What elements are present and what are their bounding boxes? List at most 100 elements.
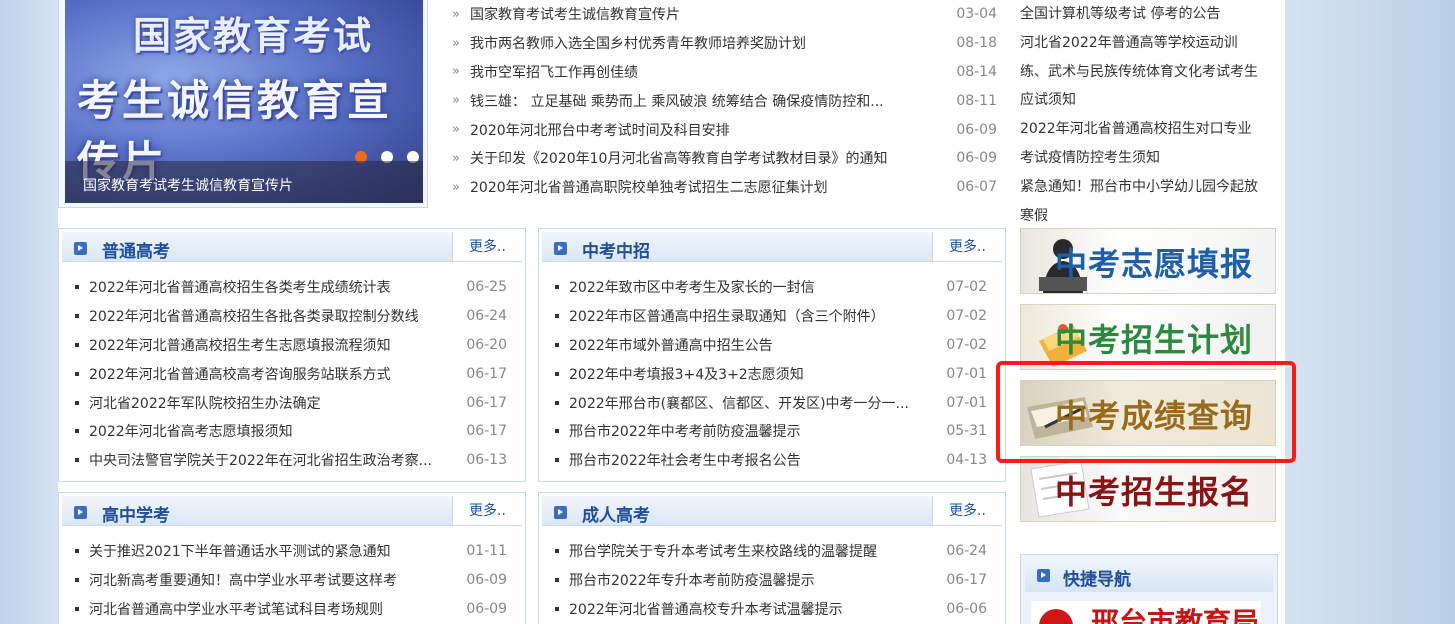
news-date: 08-18 <box>956 35 997 52</box>
list-item-title[interactable]: 关于推迟2021下半年普通话水平测试的紧急通知 <box>89 541 391 561</box>
list-item[interactable]: 河北新高考重要通知！高中学业水平考试要这样考 06-09 <box>75 566 525 595</box>
news-item[interactable]: » 我市两名教师入选全国乡村优秀青年教师培养奖励计划 08-18 <box>452 29 997 58</box>
list-item[interactable]: 2022年致市区中考考生及家长的一封信 07-02 <box>555 273 1005 302</box>
news-title[interactable]: 我市两名教师入选全国乡村优秀青年教师培养奖励计划 <box>470 33 806 53</box>
list-item-title[interactable]: 中央司法警官学院关于2022年在河北省招生政治考察... <box>89 450 432 470</box>
list-item-date: 06-17 <box>946 572 987 589</box>
bullet-square-icon <box>555 606 559 611</box>
news-title[interactable]: 关于印发《2020年10月河北省高等教育自学考试教材目录》的通知 <box>470 148 887 168</box>
list-item[interactable]: 邢台市2022年中考考前防疫温馨提示 05-31 <box>555 417 1005 446</box>
news-date: 03-04 <box>956 6 997 23</box>
list-item[interactable]: 邢台市2022年社会考生中考报名公告 04-13 <box>555 446 1005 475</box>
list-item[interactable]: 2022年市域外普通高中招生公告 07-02 <box>555 331 1005 360</box>
education-bureau-logo[interactable]: 邢台市教育局 <box>1031 601 1261 624</box>
list-item[interactable]: 2022年河北省普通高校专升本考试温馨提示 06-06 <box>555 595 1005 624</box>
notice-line[interactable]: 应试须知 <box>1020 86 1280 115</box>
bullet-square-icon <box>75 285 79 290</box>
list-item[interactable]: 河北省2022年军队院校招生办法确定 06-17 <box>75 388 525 417</box>
bullet-square-icon <box>555 342 559 347</box>
news-title[interactable]: 钱三雄： 立足基础 乘势而上 乘风破浪 统筹结合 确保疫情防控和... <box>470 91 884 111</box>
list-item[interactable]: 2022年河北省普通高校高考咨询服务站联系方式 06-17 <box>75 359 525 388</box>
news-item[interactable]: » 关于印发《2020年10月河北省高等教育自学考试教材目录》的通知 06-09 <box>452 144 997 173</box>
banner-label: 中考招生报名 <box>1054 473 1253 511</box>
list-item-date: 05-31 <box>946 423 987 440</box>
list-item[interactable]: 中央司法警官学院关于2022年在河北省招生政治考察... 06-13 <box>75 446 525 475</box>
list-item-title[interactable]: 河北省2022年军队院校招生办法确定 <box>89 393 321 413</box>
list-item-title[interactable]: 邢台市2022年中考考前防疫温馨提示 <box>569 421 801 441</box>
list-item-title[interactable]: 2022年市域外普通高中招生公告 <box>569 335 773 355</box>
list-item-title[interactable]: 2022年市区普通高中招生录取通知（含三个附件） <box>569 306 885 326</box>
list-item[interactable]: 2022年中考填报3+4及3+2志愿须知 07-01 <box>555 359 1005 388</box>
notice-line[interactable]: 考试疫情防控考生须知 <box>1020 144 1280 173</box>
notice-line[interactable]: 紧急通知！邢台市中小学幼儿园今起放 <box>1020 173 1280 202</box>
list-item-title[interactable]: 2022年河北省普通高校专升本考试温馨提示 <box>569 599 843 619</box>
list-item-date: 06-17 <box>466 394 507 411</box>
panel-list: 2022年河北省普通高校招生各类考生成绩统计表 06-25 2022年河北省普通高校… <box>59 265 525 475</box>
panel-title[interactable]: 成人高考 <box>582 501 650 526</box>
list-item-title[interactable]: 2022年邢台市(襄都区、信都区、开发区)中考一分一... <box>569 393 909 413</box>
list-item-date: 06-25 <box>466 279 507 296</box>
quick-nav-header: 快捷导航 <box>1025 558 1273 592</box>
slideshow-image[interactable]: 国家教育考试 考生诚信教育宣传片 国家教育考试考生诚信教育宣传片 <box>65 0 423 203</box>
quick-nav-title: 快捷导航 <box>1063 570 1131 590</box>
list-item-title[interactable]: 河北新高考重要通知！高中学业水平考试要这样考 <box>89 570 397 590</box>
list-item-title[interactable]: 2022年河北省普通高校招生各类考生成绩统计表 <box>89 277 391 297</box>
news-title[interactable]: 2020年河北邢台中考考试时间及科目安排 <box>470 120 730 140</box>
panel-list: 邢台学院关于专升本考试考生来校路线的温馨提醒 06-24 邢台市2022年专升本考前… <box>539 529 1005 623</box>
panel-title[interactable]: 高中学考 <box>102 501 170 526</box>
list-item[interactable]: 2022年河北省高考志愿填报须知 06-17 <box>75 417 525 446</box>
more-link[interactable]: 更多.. <box>932 232 1002 261</box>
list-item[interactable]: 2022年河北省普通高校招生各类考生成绩统计表 06-25 <box>75 273 525 302</box>
list-item-title[interactable]: 邢台学院关于专升本考试考生来校路线的温馨提醒 <box>569 541 877 561</box>
list-item-date: 06-13 <box>466 452 507 469</box>
news-item[interactable]: » 国家教育考试考生诚信教育宣传片 03-04 <box>452 0 997 29</box>
list-item[interactable]: 河北省普通高中学业水平考试笔试科目考场规则 06-09 <box>75 595 525 624</box>
list-item-title[interactable]: 2022年致市区中考考生及家长的一封信 <box>569 277 815 297</box>
list-item-date: 04-13 <box>946 452 987 469</box>
list-item[interactable]: 2022年邢台市(襄都区、信都区、开发区)中考一分一... 07-01 <box>555 388 1005 417</box>
list-item-title[interactable]: 河北省普通高中学业水平考试笔试科目考场规则 <box>89 599 383 619</box>
panel-title[interactable]: 普通高考 <box>102 237 170 262</box>
list-item[interactable]: 邢台市2022年专升本考前防疫温馨提示 06-17 <box>555 566 1005 595</box>
notice-list: 全国计算机等级考试 停考的公告 河北省2022年普通高等学校运动训 练、武术与民族传… <box>1020 0 1280 230</box>
list-item[interactable]: 邢台学院关于专升本考试考生来校路线的温馨提醒 06-24 <box>555 537 1005 566</box>
list-item-title[interactable]: 2022年河北省普通高校高考咨询服务站联系方式 <box>89 364 391 384</box>
more-link[interactable]: 更多.. <box>932 496 1002 525</box>
list-item[interactable]: 关于推迟2021下半年普通话水平测试的紧急通知 01-11 <box>75 537 525 566</box>
news-title[interactable]: 2020年河北省普通高职院校单独考试招生二志愿征集计划 <box>470 177 828 197</box>
panel-title[interactable]: 中考中招 <box>582 237 650 262</box>
notice-line[interactable]: 2022年河北省普通高校招生对口专业 <box>1020 115 1280 144</box>
notice-line[interactable]: 河北省2022年普通高等学校运动训 <box>1020 29 1280 58</box>
list-item-title[interactable]: 2022年中考填报3+4及3+2志愿须知 <box>569 364 804 384</box>
news-title[interactable]: 国家教育考试考生诚信教育宣传片 <box>470 4 680 24</box>
double-chevron-icon: » <box>452 122 460 138</box>
panel-gaozhong: 高中学考 更多.. 关于推迟2021下半年普通话水平测试的紧急通知 01-11 河北… <box>58 492 526 624</box>
slide-headline-1: 国家教育考试 <box>133 14 374 58</box>
list-item-title[interactable]: 2022年河北普通高校招生考生志愿填报流程须知 <box>89 335 391 355</box>
banner-label: 中考志愿填报 <box>1054 245 1253 283</box>
news-item[interactable]: » 钱三雄： 立足基础 乘势而上 乘风破浪 统筹结合 确保疫情防控和... 08-1… <box>452 86 997 115</box>
top-news-list: » 国家教育考试考生诚信教育宣传片 03-04 » 我市两名教师入选全国乡村优秀青年教师… <box>452 0 997 202</box>
slide-caption[interactable]: 国家教育考试考生诚信教育宣传片 <box>65 161 423 203</box>
news-title[interactable]: 我市空军招飞工作再创佳绩 <box>470 62 638 82</box>
list-item-title[interactable]: 2022年河北省普通高校招生各批各类录取控制分数线 <box>89 306 419 326</box>
list-item-date: 07-01 <box>946 394 987 411</box>
list-item-title[interactable]: 邢台市2022年专升本考前防疫温馨提示 <box>569 570 815 590</box>
list-item[interactable]: 2022年河北普通高校招生考生志愿填报流程须知 06-20 <box>75 331 525 360</box>
notice-line[interactable]: 练、武术与民族传统体育文化考试考生 <box>1020 58 1280 87</box>
list-item-title[interactable]: 2022年河北省高考志愿填报须知 <box>89 421 293 441</box>
more-link[interactable]: 更多.. <box>452 496 522 525</box>
banner-zhaosheng-baoming[interactable]: 中考招生报名 <box>1020 456 1276 522</box>
news-item[interactable]: » 2020年河北邢台中考考试时间及科目安排 06-09 <box>452 115 997 144</box>
list-item-title[interactable]: 邢台市2022年社会考生中考报名公告 <box>569 450 801 470</box>
notice-line[interactable]: 全国计算机等级考试 停考的公告 <box>1020 0 1280 29</box>
list-item[interactable]: 2022年市区普通高中招生录取通知（含三个附件） 07-02 <box>555 302 1005 331</box>
news-date: 08-11 <box>956 92 997 109</box>
notice-line[interactable]: 寒假 <box>1020 202 1280 231</box>
list-item-date: 06-06 <box>946 600 987 617</box>
more-link[interactable]: 更多.. <box>452 232 522 261</box>
list-item[interactable]: 2022年河北省普通高校招生各批各类录取控制分数线 06-24 <box>75 302 525 331</box>
news-item[interactable]: » 我市空军招飞工作再创佳绩 08-14 <box>452 58 997 87</box>
news-item[interactable]: » 2020年河北省普通高职院校单独考试招生二志愿征集计划 06-07 <box>452 173 997 202</box>
banner-zhiyuan-tianbao[interactable]: 中考志愿填报 <box>1020 228 1276 294</box>
